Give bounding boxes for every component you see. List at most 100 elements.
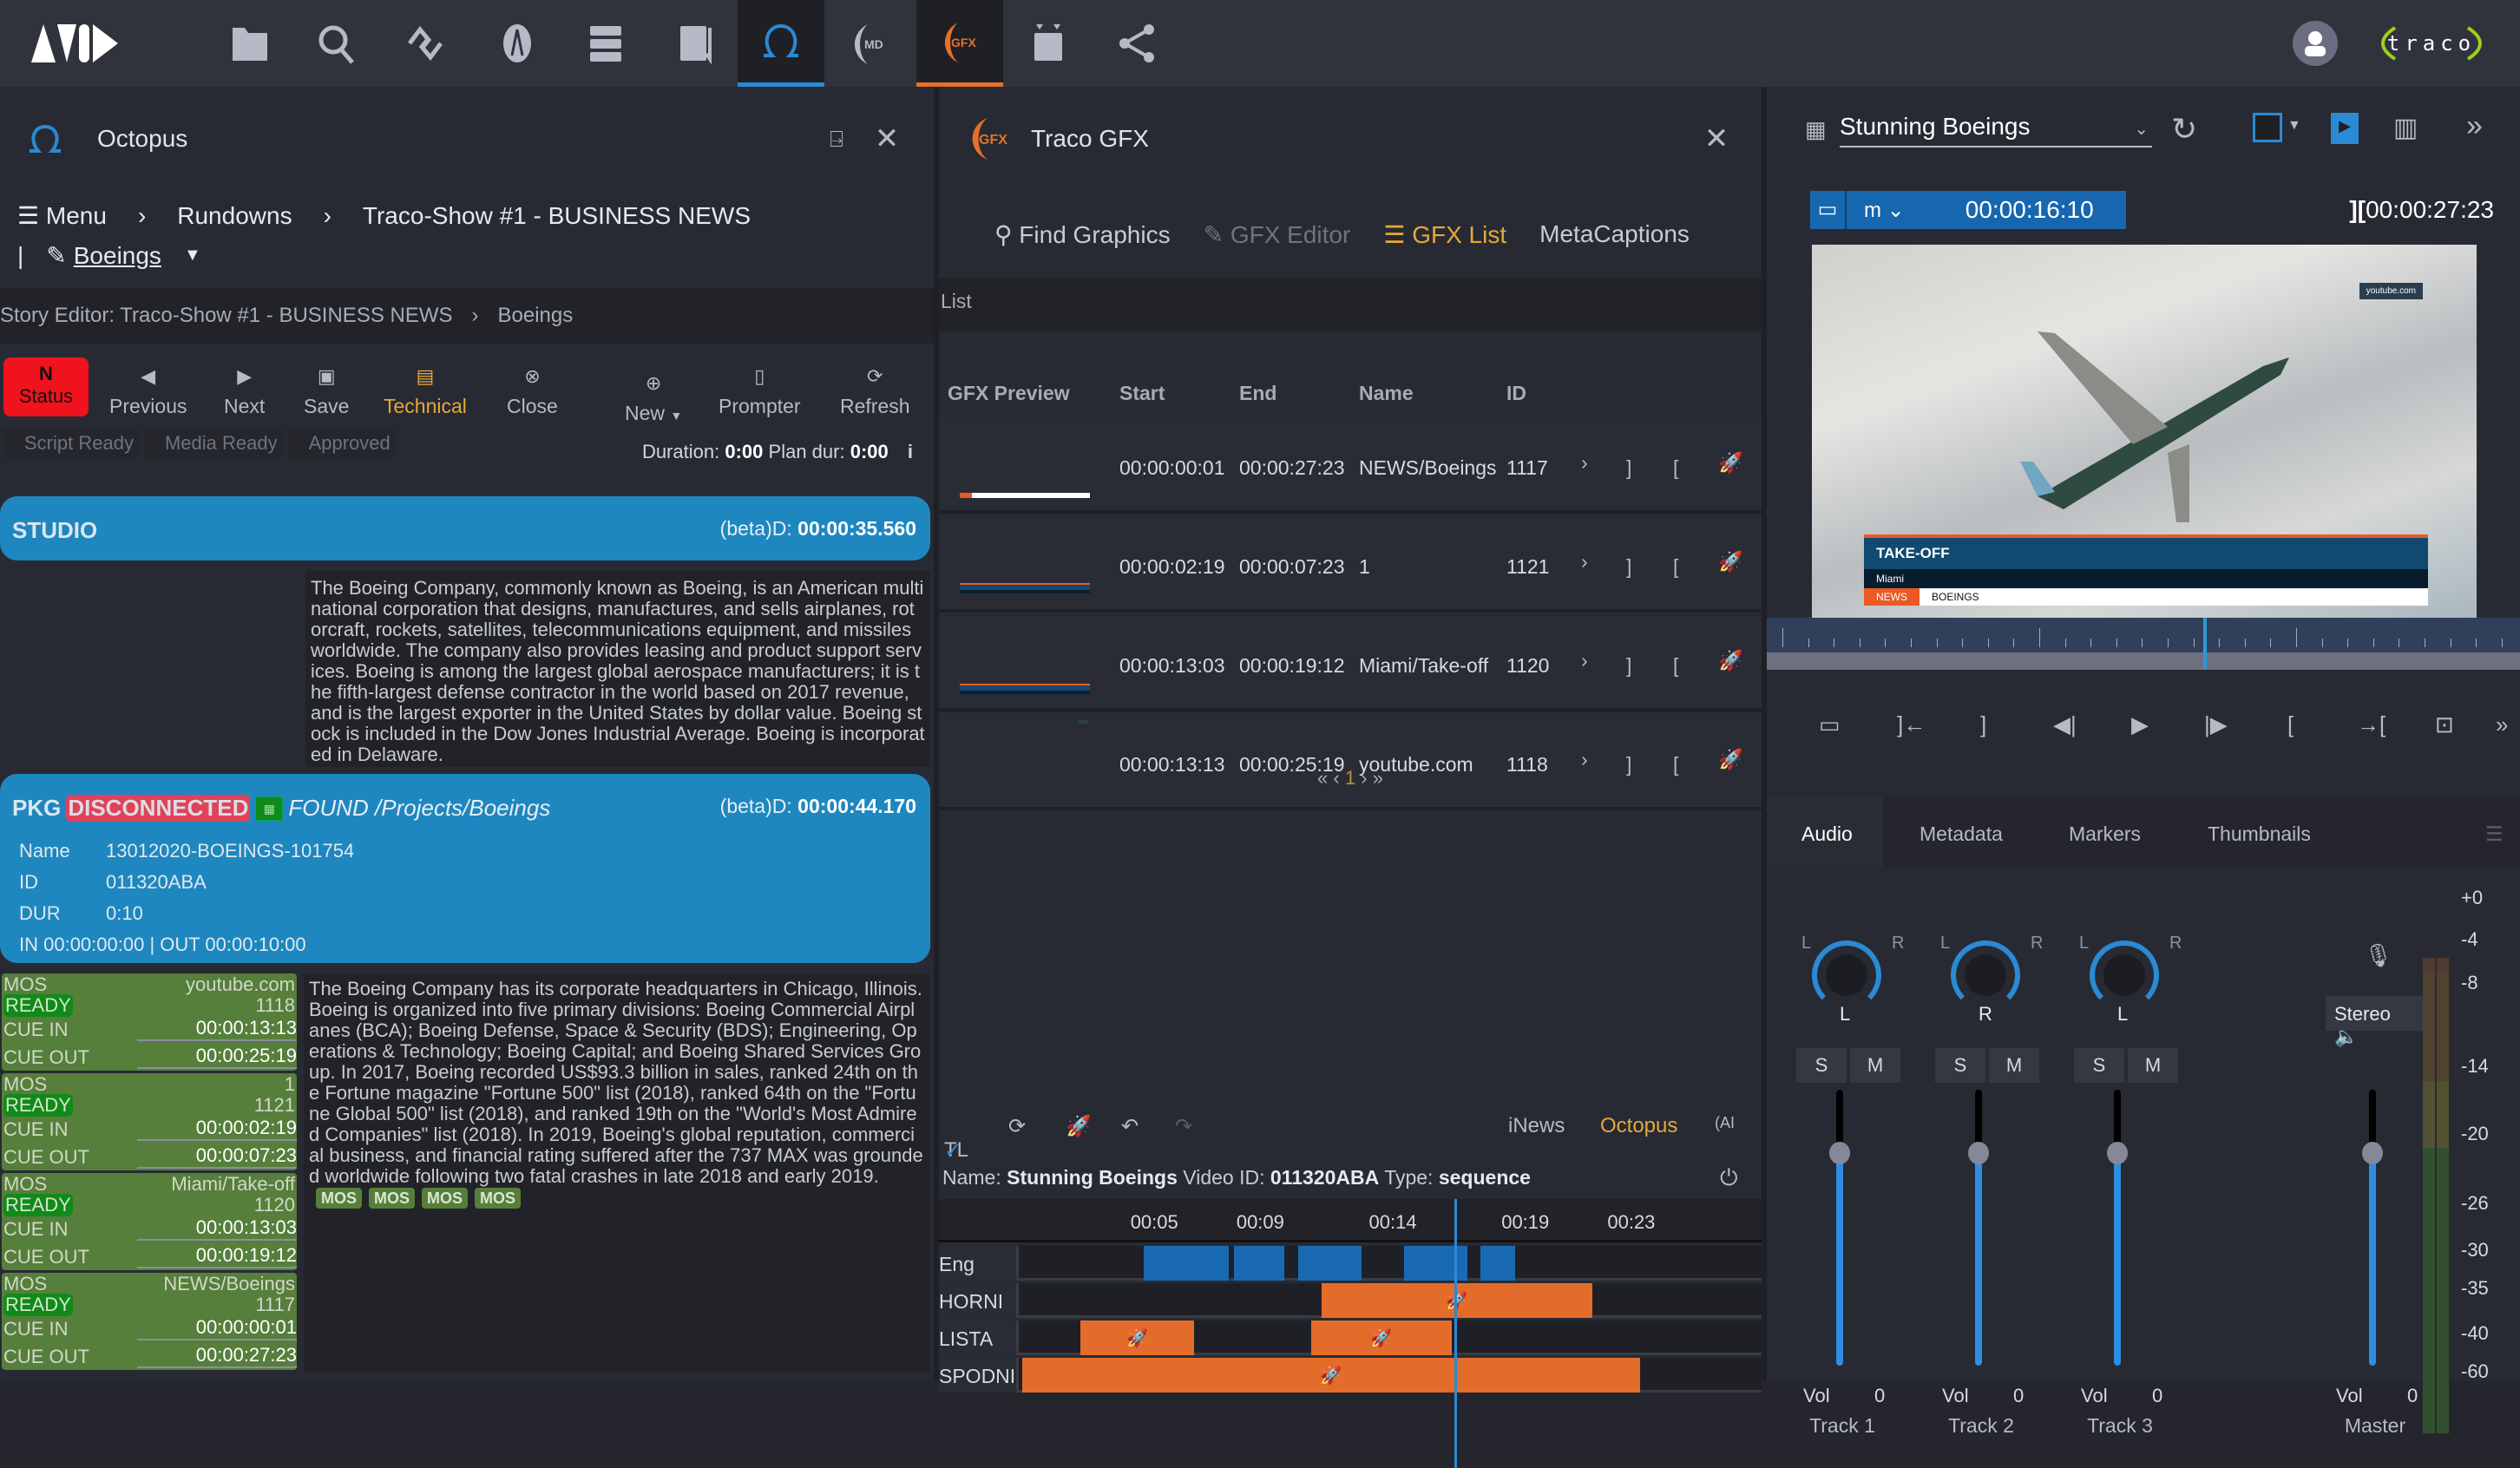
timeline-ruler[interactable]: 00:05 00:09 00:14 00:19 00:23 [939, 1199, 1762, 1242]
save-button[interactable]: ▣ Save [304, 357, 349, 418]
timeline-segment[interactable] [1297, 1246, 1362, 1281]
safe-area-icon[interactable]: ⊡ [2435, 711, 2454, 738]
pan-knob[interactable] [1812, 940, 1881, 1010]
timecode-mode-select[interactable]: m ⌄ [1864, 198, 1905, 223]
source-octopus[interactable]: Octopus [1600, 1114, 1677, 1138]
cue-in-value[interactable]: 00:00:02:19 [137, 1117, 297, 1141]
dock-button[interactable]: ⍈ [819, 121, 854, 156]
cue-in-value[interactable]: 00:00:00:01 [137, 1316, 297, 1340]
mos-item[interactable]: MOS 1 READY 1121 CUE IN 00:00:02:19 CUE … [2, 1073, 297, 1170]
prompter-button[interactable]: ▯ Prompter [719, 357, 801, 418]
go-to-out-icon[interactable]: ]← [1897, 711, 1926, 738]
timeline-segment[interactable] [1403, 1246, 1468, 1281]
video-preview[interactable]: youtube.com TAKE-OFF Miami NEWS BOEINGS [1812, 245, 2477, 618]
mark-out-icon[interactable]: ] [1626, 555, 1631, 579]
stereo-mode-button[interactable]: Stereo 🔈 [2326, 996, 2428, 1047]
mute-button[interactable]: M [1989, 1048, 2039, 1083]
story-dropdown-caret[interactable]: ▼ [184, 246, 201, 265]
volume-fader-handle[interactable] [2107, 1142, 2128, 1164]
nav-rocket-button[interactable] [474, 0, 561, 87]
cue-next-icon[interactable]: › [1581, 649, 1588, 672]
first-page-button[interactable]: « [1317, 767, 1328, 789]
column-header[interactable]: Start [1119, 382, 1165, 405]
mos-chip[interactable]: MOS [475, 1188, 522, 1209]
rocket-icon[interactable]: 🚀 [1718, 649, 1743, 672]
cue-in-value[interactable]: 00:00:13:13 [137, 1017, 297, 1041]
solo-button[interactable]: S [2074, 1048, 2124, 1083]
tab-find-graphics[interactable]: ⚲ Find Graphics [994, 220, 1171, 249]
chip-approved[interactable]: Approved [287, 429, 396, 458]
cue-out-value[interactable]: 00:00:07:23 [137, 1144, 297, 1169]
ai-icon[interactable]: (AI [1715, 1114, 1735, 1132]
timeline-segment[interactable] [1234, 1246, 1285, 1281]
close-panel-button[interactable]: ✕ [1699, 121, 1734, 156]
cue-out-value[interactable]: 00:00:27:23 [137, 1344, 297, 1368]
table-row[interactable]: 00:00:13:13 00:00:25:19 youtube.com 1118… [939, 715, 1762, 810]
chip-media-ready[interactable]: Media Ready [143, 429, 283, 458]
tab-thumbnails[interactable]: Thumbnails [2208, 822, 2311, 846]
player-mode-icon[interactable]: ▶ [2331, 113, 2359, 144]
close-button[interactable]: ⊗ Close [507, 357, 558, 418]
timeline-segment[interactable]: 🚀 [1022, 1358, 1640, 1393]
reload-icon[interactable]: ↻ [2171, 111, 2197, 147]
script-text-2[interactable]: The Boeing Company has its corporate hea… [304, 973, 930, 1373]
mark-in-icon[interactable]: [ [1673, 654, 1678, 678]
close-panel-button[interactable]: ✕ [870, 121, 904, 156]
solo-button[interactable]: S [1935, 1048, 1985, 1083]
nav-folder-button[interactable] [207, 0, 293, 87]
column-header[interactable]: Name [1359, 382, 1414, 405]
solo-button[interactable]: S [1796, 1048, 1847, 1083]
rocket-icon[interactable]: 🚀 [1066, 1114, 1092, 1139]
breadcrumb-story[interactable]: Boeings [74, 242, 161, 270]
nav-share-button[interactable] [1093, 0, 1180, 87]
power-icon[interactable]: ⏻ [1720, 1164, 1738, 1192]
timeline-segment[interactable]: 🚀 [1310, 1321, 1452, 1355]
chip-script-ready[interactable]: Script Ready [3, 429, 139, 458]
mark-in-icon[interactable]: [ [1673, 456, 1678, 480]
pan-knob[interactable] [2090, 940, 2159, 1010]
scrub-bar[interactable] [1767, 618, 2520, 670]
nav-sequence-button[interactable] [1005, 0, 1092, 87]
info-icon[interactable]: i [908, 441, 913, 462]
mos-item[interactable]: MOS youtube.com READY 1118 CUE IN 00:00:… [2, 973, 297, 1071]
last-page-button[interactable]: » [1373, 767, 1383, 789]
technical-button[interactable]: ▤ Technical [384, 357, 467, 418]
timeline-segment[interactable] [1480, 1246, 1515, 1281]
timeline-segment[interactable]: 🚀 [1322, 1283, 1592, 1318]
mark-out-icon[interactable]: ] [1980, 711, 1986, 738]
cue-next-icon[interactable]: › [1581, 451, 1588, 475]
expand-icon[interactable]: » [2466, 109, 2483, 143]
mute-button[interactable]: M [1850, 1048, 1900, 1083]
tab-metadata[interactable]: Metadata [1920, 822, 2003, 846]
tab-markers[interactable]: Markers [2069, 822, 2141, 846]
user-avatar[interactable] [2293, 21, 2338, 66]
mark-out-icon[interactable]: ] [1626, 654, 1631, 678]
volume-fader-handle[interactable] [1968, 1142, 1989, 1164]
breadcrumb-show[interactable]: Traco-Show #1 - BUSINESS NEWS [363, 202, 751, 230]
column-header[interactable]: GFX Preview [948, 382, 1070, 405]
pan-knob[interactable] [1951, 940, 2020, 1010]
cue-out-value[interactable]: 00:00:25:19 [137, 1045, 297, 1069]
timeline-playhead[interactable] [1454, 1199, 1457, 1468]
table-row[interactable]: 00:00:02:19 00:00:07:23 1 1121 › ] [ 🚀 [939, 517, 1762, 613]
menu-icon[interactable]: ☰ [2485, 822, 2504, 846]
status-button[interactable]: N Status [3, 357, 89, 416]
mark-in-icon[interactable]: [ [1673, 555, 1678, 579]
tab-gfx-editor[interactable]: ✎ GFX Editor [1204, 220, 1351, 249]
filmstrip-icon[interactable]: ▭ [1819, 711, 1841, 738]
split-view-icon[interactable]: ▥ [2393, 113, 2418, 143]
sync-icon[interactable]: ⟳ [1008, 1114, 1026, 1139]
more-icon[interactable]: » [2496, 711, 2508, 738]
nav-link-button[interactable] [382, 0, 469, 87]
column-header[interactable]: End [1239, 382, 1276, 405]
previous-button[interactable]: ◀ Previous [109, 357, 187, 418]
table-row[interactable]: 00:00:00:01 00:00:27:23 NEWS/Boeings 111… [939, 418, 1762, 514]
nav-log-button[interactable] [653, 0, 739, 87]
nav-storage-button[interactable] [562, 0, 649, 87]
redo-icon[interactable]: ↷ [1175, 1114, 1192, 1139]
nav-octopus-button[interactable] [738, 0, 824, 87]
cue-in-value[interactable]: 00:00:13:03 [137, 1216, 297, 1241]
mos-item[interactable]: MOS Miami/Take-off READY 1120 CUE IN 00:… [2, 1173, 297, 1270]
mark-in-icon[interactable]: [ [2287, 711, 2294, 738]
studio-block[interactable]: STUDIO (beta)D: 00:00:35.560 [0, 496, 930, 560]
